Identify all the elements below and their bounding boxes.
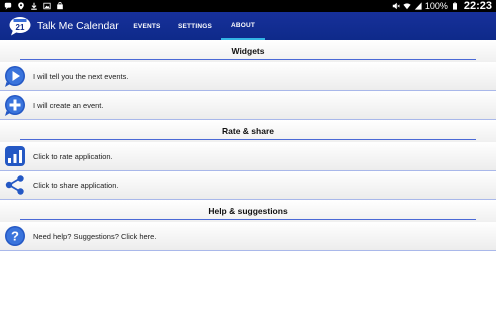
status-bar: 100% 22:23 xyxy=(0,0,496,12)
plus-icon xyxy=(5,95,25,116)
play-icon xyxy=(5,66,25,87)
action-bar: 21 Talk Me Calendar EVENTS SETTINGS ABOU… xyxy=(0,12,496,40)
app-logo-number: 21 xyxy=(16,23,25,32)
app-title: Talk Me Calendar xyxy=(37,20,119,32)
tab-about[interactable]: ABOUT xyxy=(221,12,265,40)
section-title: Widgets xyxy=(231,46,265,56)
section-header-help: Help & suggestions xyxy=(0,200,496,222)
image-icon xyxy=(43,2,51,10)
row-label: Need help? Suggestions? Click here. xyxy=(33,231,157,241)
svg-text:?: ? xyxy=(11,229,19,244)
section-title: Help & suggestions xyxy=(208,206,288,216)
row-label: I will tell you the next events. xyxy=(33,71,129,81)
app-logo-icon[interactable]: 21 xyxy=(9,16,31,36)
signal-icon xyxy=(414,2,422,10)
download-icon xyxy=(31,2,37,10)
clock: 22:23 xyxy=(463,0,492,12)
tab-bar: EVENTS SETTINGS ABOUT xyxy=(125,12,265,40)
tab-events[interactable]: EVENTS xyxy=(125,12,169,40)
row-label: I will create an event. xyxy=(33,100,104,110)
section-header-rate-share: Rate & share xyxy=(0,120,496,142)
section-title: Rate & share xyxy=(222,126,274,136)
row-label: Click to share application. xyxy=(33,180,119,190)
share-application-row[interactable]: Click to share application. xyxy=(0,171,496,200)
section-header-widgets: Widgets xyxy=(0,40,496,62)
wifi-icon xyxy=(403,3,411,10)
section-divider xyxy=(20,139,476,140)
widget-next-events-row[interactable]: I will tell you the next events. xyxy=(0,62,496,91)
battery-icon xyxy=(452,2,457,10)
status-bar-system: 100% 22:23 xyxy=(392,0,496,12)
battery-percent: 100% xyxy=(424,1,448,11)
bar-chart-icon xyxy=(5,146,25,166)
section-divider xyxy=(20,59,476,60)
rate-application-row[interactable]: Click to rate application. xyxy=(0,142,496,171)
help-suggestions-row[interactable]: ? Need help? Suggestions? Click here. xyxy=(0,222,496,251)
mute-icon xyxy=(392,2,400,10)
share-icon xyxy=(5,175,24,195)
bag-icon xyxy=(57,2,63,10)
location-icon xyxy=(18,2,24,10)
widget-create-event-row[interactable]: I will create an event. xyxy=(0,91,496,120)
help-icon: ? xyxy=(5,226,25,246)
talk-icon xyxy=(4,2,12,10)
about-content: Widgets I will tell you the next events.… xyxy=(0,40,496,310)
section-divider xyxy=(20,219,476,220)
row-label: Click to rate application. xyxy=(33,151,113,161)
tab-settings[interactable]: SETTINGS xyxy=(169,12,221,40)
status-bar-notifications xyxy=(0,2,64,10)
